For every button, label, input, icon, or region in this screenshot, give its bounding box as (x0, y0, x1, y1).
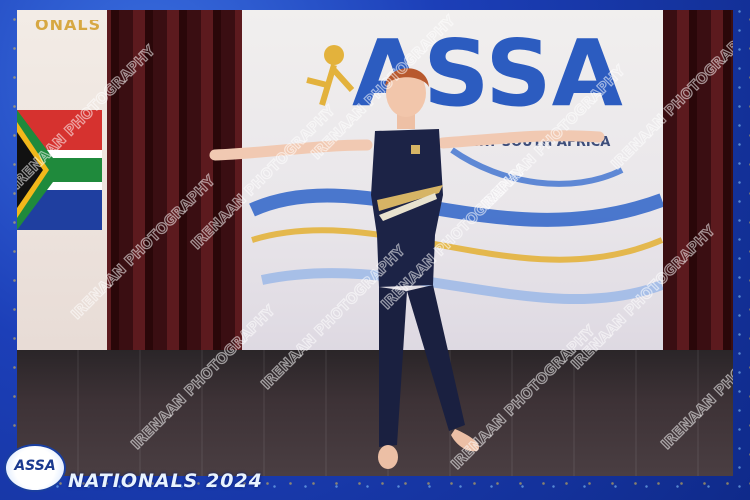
assa-badge-logo: ASSA (4, 444, 66, 492)
event-title: NATIONALS 2024 (68, 470, 263, 492)
gymnast (209, 68, 605, 469)
side-banner (17, 10, 107, 350)
assa-badge-text: ASSA (14, 458, 56, 474)
photo: ONALS ASSA ...RT SOUTH AFRICA IRENAAN PH… (17, 10, 733, 476)
south-africa-flag-icon (17, 110, 102, 230)
side-banner-text: ONALS (35, 20, 102, 34)
stage-curtain-right (663, 10, 733, 370)
